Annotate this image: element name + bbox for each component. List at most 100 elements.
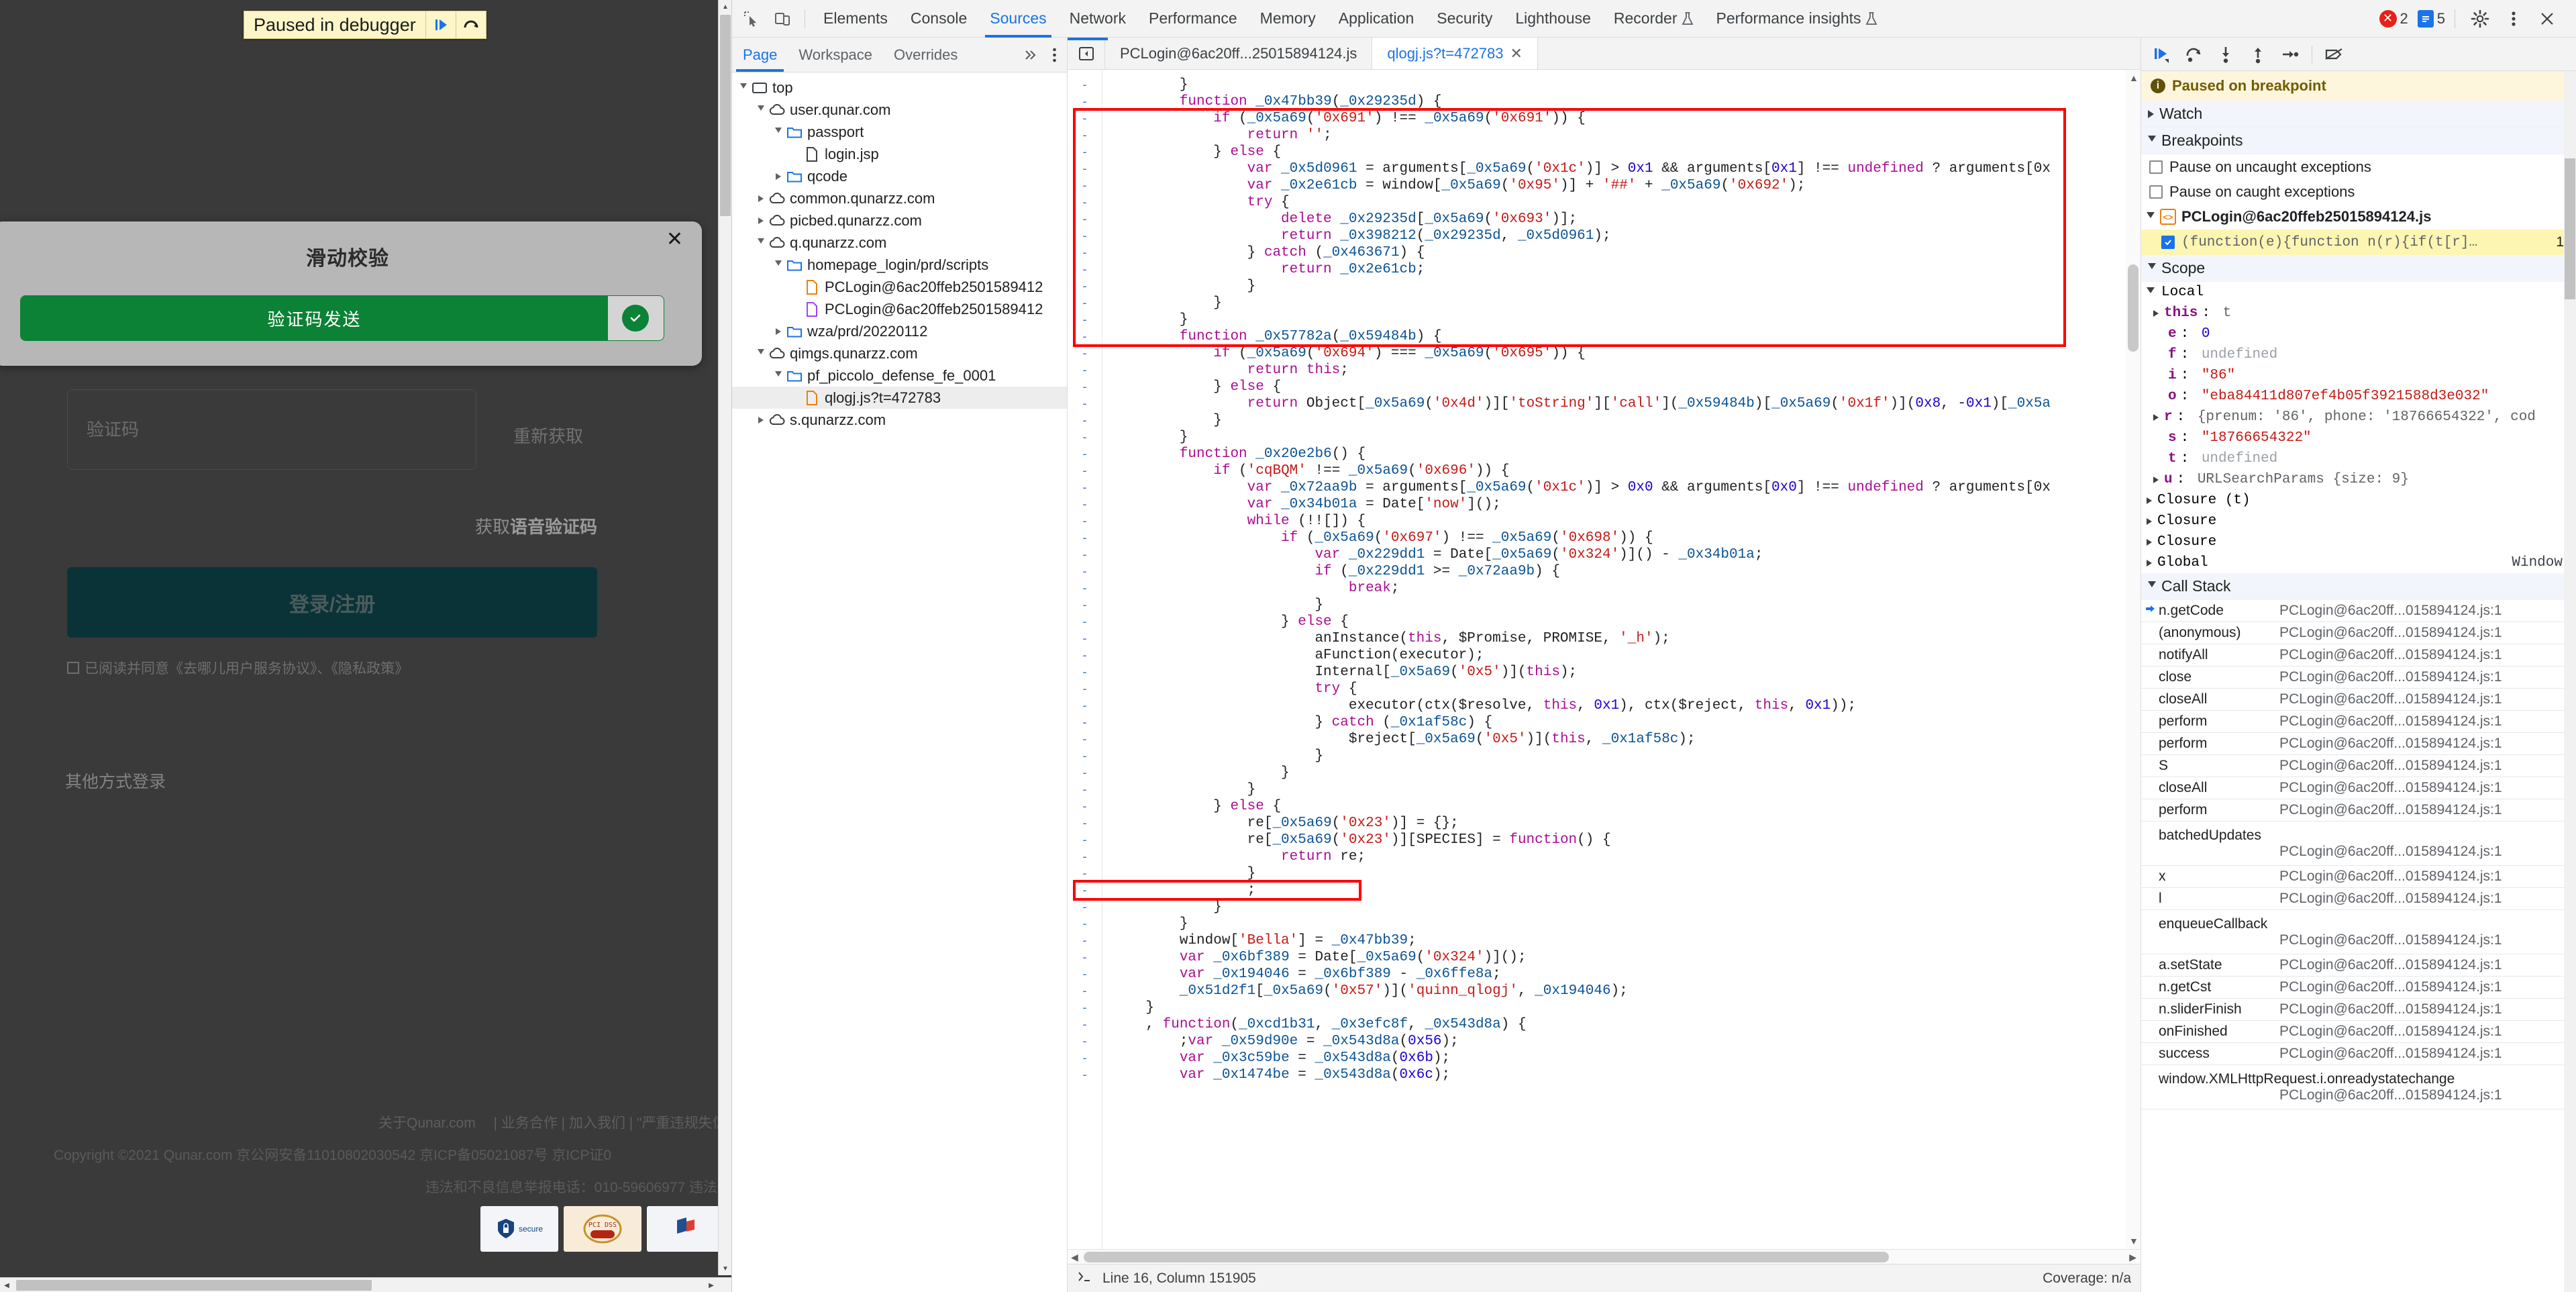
- scroll-left-arrow-icon[interactable]: ◀: [1071, 1252, 1078, 1263]
- gutter-marker[interactable]: -: [1068, 496, 1102, 513]
- step-out-button[interactable]: [2243, 41, 2273, 68]
- call-stack-row[interactable]: n.getCst PCLogin@6ac20ff...015894124.js:1: [2141, 977, 2576, 999]
- call-stack-row[interactable]: onFinished PCLogin@6ac20ff...015894124.js…: [2141, 1021, 2576, 1043]
- tab-console[interactable]: Console: [899, 0, 978, 38]
- tree-item-pf-piccolo-defense-fe-0001[interactable]: pf_piccolo_defense_fe_0001: [732, 364, 1067, 387]
- tree-item-picbed-qunarzz-com[interactable]: picbed.qunarzz.com: [732, 209, 1067, 232]
- tab-performance[interactable]: Performance: [1137, 0, 1249, 38]
- scroll-up-arrow-icon[interactable]: ▲: [719, 0, 731, 13]
- tree-item-login-jsp[interactable]: login.jsp: [732, 143, 1067, 165]
- gutter-marker[interactable]: -: [1068, 915, 1102, 932]
- tree-item-homepage-login-prd-scripts[interactable]: homepage_login/prd/scripts: [732, 254, 1067, 276]
- scroll-down-arrow-icon[interactable]: ▼: [2129, 1236, 2139, 1246]
- breakpoint-entry[interactable]: (function(e){function n(r){if(t[r]… 1: [2141, 230, 2576, 255]
- gutter-marker[interactable]: -: [1068, 613, 1102, 630]
- editor-vertical-scrollbar[interactable]: ▲ ▼: [2126, 70, 2141, 1249]
- call-stack-row[interactable]: success PCLogin@6ac20ff...015894124.js:1: [2141, 1043, 2576, 1065]
- chevron-down-icon[interactable]: [754, 105, 768, 114]
- editor-hscrollbar-thumb[interactable]: [1084, 1252, 1889, 1262]
- gutter-marker[interactable]: -: [1068, 1016, 1102, 1033]
- pause-uncaught-checkbox[interactable]: [2149, 160, 2163, 174]
- console-drawer-icon[interactable]: [1077, 1270, 1092, 1287]
- closure-row[interactable]: Closure: [2141, 532, 2576, 552]
- breakpoints-section-header[interactable]: Breakpoints: [2141, 128, 2576, 154]
- closure-row[interactable]: Closure (t): [2141, 490, 2576, 511]
- scroll-up-arrow-icon[interactable]: ▲: [2129, 72, 2139, 83]
- gutter-marker[interactable]: -: [1068, 697, 1102, 714]
- chevron-right-icon[interactable]: [754, 217, 768, 224]
- code-content[interactable]: } function _0x47bb39(_0x29235d) { if (_0…: [1102, 70, 2141, 1249]
- call-stack-row[interactable]: enqueueCallback PCLogin@6ac20ff...0158941…: [2141, 910, 2576, 954]
- chevron-right-icon[interactable]: [754, 416, 768, 424]
- kebab-menu-icon[interactable]: [1045, 43, 1063, 67]
- scope-var-i[interactable]: i: "86": [2141, 365, 2576, 386]
- call-stack-row[interactable]: perform PCLogin@6ac20ff...015894124.js:1: [2141, 799, 2576, 822]
- call-stack-row[interactable]: closeAll PCLogin@6ac20ff...015894124.js:1: [2141, 777, 2576, 799]
- tab-recorder[interactable]: Recorder: [1602, 0, 1705, 38]
- voice-code-link[interactable]: 获取语音验证码: [475, 513, 597, 538]
- gutter-marker[interactable]: -: [1068, 932, 1102, 949]
- gutter-marker[interactable]: -: [1068, 395, 1102, 412]
- step-button[interactable]: [2275, 41, 2305, 68]
- resume-script-icon[interactable]: [425, 11, 456, 38]
- tree-item-q-qunarzz-com[interactable]: q.qunarzz.com: [732, 232, 1067, 254]
- call-stack-row[interactable]: a.setState PCLogin@6ac20ff...015894124.js…: [2141, 954, 2576, 977]
- scroll-down-arrow-icon[interactable]: ▼: [719, 1262, 731, 1275]
- nav-tab-page[interactable]: Page: [732, 38, 788, 72]
- gutter-marker[interactable]: -: [1068, 295, 1102, 311]
- close-icon[interactable]: ✕: [666, 230, 683, 250]
- call-stack-row[interactable]: closeAll PCLogin@6ac20ff...015894124.js:1: [2141, 689, 2576, 711]
- chevron-right-icon[interactable]: [2153, 476, 2159, 483]
- gutter-marker[interactable]: -: [1068, 328, 1102, 345]
- breakpoint-checkbox[interactable]: [2161, 236, 2175, 249]
- gutter-marker[interactable]: -: [1068, 530, 1102, 546]
- scope-variable-list[interactable]: this: te: 0f: undefined i: "86" o: "eba844…: [2141, 303, 2576, 490]
- chevron-right-icon[interactable]: [2147, 538, 2152, 546]
- gutter-marker[interactable]: -: [1068, 1050, 1102, 1066]
- gutter-marker[interactable]: -: [1068, 479, 1102, 496]
- gutter-marker[interactable]: -: [1068, 848, 1102, 865]
- tree-item-top[interactable]: top: [732, 77, 1067, 99]
- file-tree[interactable]: top user.qunar.com passport login.jsp qcode c…: [732, 72, 1067, 1292]
- chevron-right-icon[interactable]: [2147, 517, 2152, 525]
- agreement-row[interactable]: 已阅读并同意《去哪儿用户服务协议》、《隐私政策》: [67, 658, 409, 678]
- footer-links[interactable]: 关于Qunar.com | 业务合作 | 加入我们 | "严重违规失信": [0, 1112, 731, 1132]
- pause-caught-exceptions-row[interactable]: Pause on caught exceptions: [2141, 179, 2576, 204]
- chevron-right-icon[interactable]: [2153, 309, 2159, 317]
- scope-var-u[interactable]: u: URLSearchParams {size: 9}: [2141, 469, 2576, 490]
- page-horizontal-scrollbar[interactable]: ◀ ▶: [0, 1277, 731, 1292]
- kebab-menu-icon[interactable]: [2498, 3, 2529, 34]
- gutter-marker[interactable]: -: [1068, 949, 1102, 966]
- gutter-marker[interactable]: -: [1068, 362, 1102, 379]
- tree-item-user-qunar-com[interactable]: user.qunar.com: [732, 99, 1067, 121]
- call-stack-row[interactable]: n.getCode PCLogin@6ac20ff...015894124.js:…: [2141, 600, 2576, 622]
- gutter-marker[interactable]: -: [1068, 731, 1102, 748]
- gutter-marker[interactable]: -: [1068, 832, 1102, 848]
- scope-local-header[interactable]: Local: [2141, 282, 2576, 303]
- debugger-vertical-scrollbar[interactable]: [2564, 71, 2576, 1292]
- close-icon[interactable]: [2532, 3, 2563, 34]
- editor-tab-qlogj[interactable]: qlogj.js?t=472783 ✕: [1372, 38, 1538, 69]
- gutter-marker[interactable]: -: [1068, 211, 1102, 228]
- gutter-marker[interactable]: -: [1068, 546, 1102, 563]
- chevron-right-icon[interactable]: [754, 195, 768, 202]
- call-stack-row[interactable]: perform PCLogin@6ac20ff...015894124.js:1: [2141, 733, 2576, 755]
- chevron-right-icon[interactable]: [771, 328, 786, 335]
- tab-lighthouse[interactable]: Lighthouse: [1504, 0, 1602, 38]
- chevron-down-icon[interactable]: [754, 349, 768, 358]
- tree-item-passport[interactable]: passport: [732, 121, 1067, 143]
- gutter-marker[interactable]: -: [1068, 379, 1102, 395]
- call-stack-row[interactable]: window.XMLHttpRequest.i.onreadystatechan…: [2141, 1065, 2576, 1109]
- pause-uncaught-exceptions-row[interactable]: Pause on uncaught exceptions: [2141, 154, 2576, 179]
- scroll-left-arrow-icon[interactable]: ◀: [0, 1279, 13, 1292]
- tree-item-qimgs-qunarzz-com[interactable]: qimgs.qunarzz.com: [732, 342, 1067, 364]
- chevron-double-right-icon[interactable]: [1019, 43, 1043, 67]
- gear-icon[interactable]: [2465, 3, 2495, 34]
- tab-application[interactable]: Application: [1327, 0, 1426, 38]
- chevron-down-icon[interactable]: [771, 260, 786, 269]
- tab-network[interactable]: Network: [1058, 0, 1137, 38]
- tab-performance-insights[interactable]: Performance insights: [1705, 0, 1889, 38]
- recapture-code-link[interactable]: 重新获取: [513, 423, 583, 448]
- chevron-down-icon[interactable]: [754, 238, 768, 247]
- captcha-slider-track[interactable]: 验证码发送: [20, 295, 664, 341]
